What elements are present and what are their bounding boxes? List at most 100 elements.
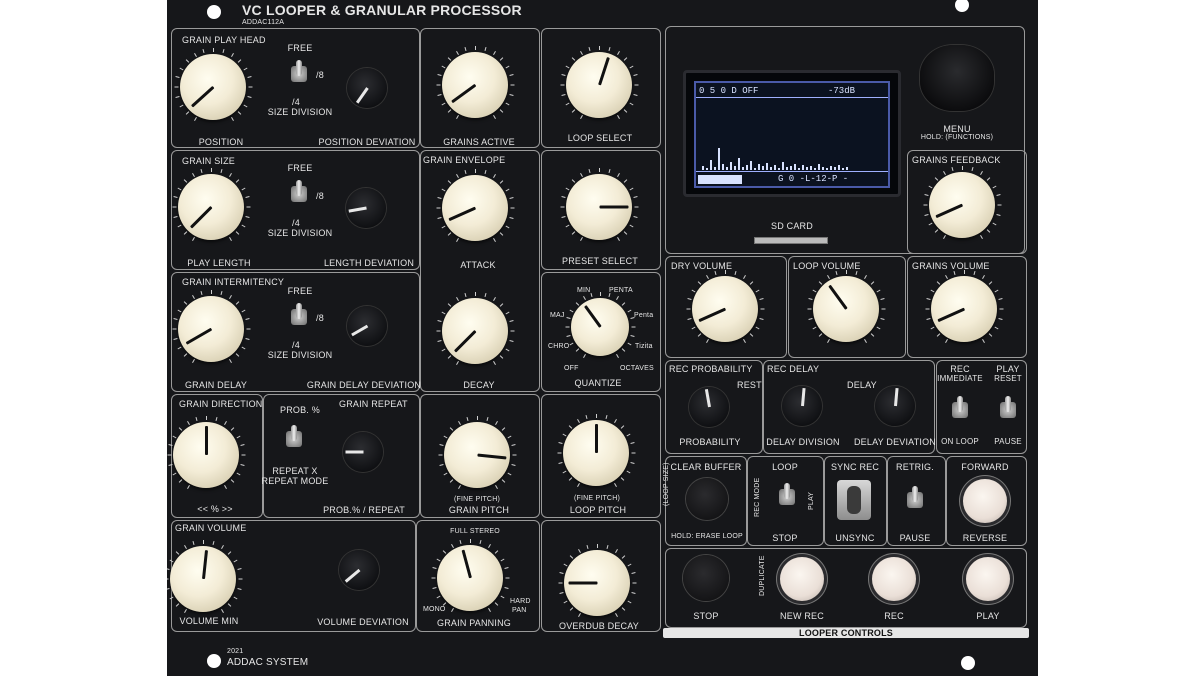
repeat-mode-switch[interactable] [286, 425, 302, 453]
knob-tick [597, 544, 598, 548]
clear-buffer-button[interactable] [686, 478, 728, 520]
play-reset-switch[interactable] [1000, 396, 1016, 424]
waveform-bar [710, 160, 712, 170]
size-division-switch[interactable] [291, 60, 307, 88]
volume-min-knob[interactable] [167, 540, 243, 614]
section-title: GRAIN PLAY HEAD [182, 35, 266, 45]
decay-knob[interactable] [436, 292, 515, 366]
new-rec-button[interactable] [780, 557, 824, 601]
waveform-bar [706, 168, 708, 170]
knob-tick [599, 46, 600, 50]
display-rule [696, 97, 888, 98]
rec-label: REC [884, 611, 904, 621]
loop-select-knob[interactable] [560, 46, 639, 120]
sync-rec-switch[interactable] [837, 480, 871, 520]
waveform-bar [778, 168, 780, 170]
switch-label: FREE [287, 286, 313, 296]
switch-label: FREE [287, 163, 313, 173]
size-division-switch[interactable] [291, 303, 307, 331]
knob-tick [174, 86, 179, 88]
section-title: GRAIN INTERMITENCY [182, 277, 285, 287]
knob-tick [438, 454, 443, 456]
grains-volume-knob[interactable] [925, 270, 1004, 344]
knob-label: LOOP SELECT [567, 133, 633, 143]
switch-label: /8 [316, 70, 324, 80]
knob-label: LOOP PITCH [569, 505, 627, 515]
waveform-bar [826, 168, 828, 170]
rec-button[interactable] [872, 557, 916, 601]
waveform-bar [754, 168, 756, 170]
knob-tick [925, 308, 930, 310]
quantize-off: OFF [564, 365, 579, 372]
sd-card-slot[interactable] [754, 237, 828, 244]
position-deviation-knob[interactable] [347, 68, 387, 108]
overdub-decay-knob[interactable] [558, 544, 637, 618]
knob-tick [596, 414, 597, 418]
probability-knob[interactable] [689, 387, 729, 427]
quantize-tizita: Tizita [635, 343, 653, 350]
loop-pitch-knob[interactable] [557, 414, 636, 488]
rec-mode-label: REC MODE [754, 477, 761, 517]
section-title: RETRIG. [896, 462, 934, 472]
direction-scale: << % >> [197, 504, 233, 514]
switch-label: /4 [292, 340, 300, 350]
section-title: GRAIN SIZE [182, 156, 236, 166]
waveform-bar [714, 167, 716, 170]
knob-tick [996, 213, 1001, 216]
volume-deviation-knob[interactable] [339, 550, 379, 590]
section-title: GRAIN DIRECTION [179, 399, 263, 409]
rec-immediate-switch[interactable] [952, 396, 968, 424]
knob-tick [211, 168, 212, 172]
grain-pitch-knob[interactable] [438, 416, 517, 490]
knob-tick [213, 48, 214, 52]
switch-label: REPEAT X [272, 466, 318, 476]
prob-repeat-knob[interactable] [343, 432, 383, 472]
mounting-hole [207, 5, 221, 19]
delay-label: DELAY [847, 380, 877, 390]
switch-label: PROB. % [280, 405, 320, 415]
knob-tick [504, 586, 509, 589]
section-title: REC PROBABILITY [669, 364, 753, 374]
rec-mode-switch[interactable] [779, 483, 795, 511]
section-title: GRAINS FEEDBACK [912, 155, 1001, 165]
sd-card-label: SD CARD [771, 221, 813, 231]
knob-tick [632, 582, 637, 584]
loop-volume-knob[interactable] [807, 270, 886, 344]
knob-tick [510, 330, 515, 332]
knob-tick [998, 317, 1003, 320]
play-length-knob[interactable] [172, 168, 251, 242]
grain-panning-knob[interactable] [431, 539, 510, 613]
grain-direction-knob[interactable] [167, 416, 246, 490]
grain-delay-deviation-knob[interactable] [347, 306, 387, 346]
forward-reverse-button[interactable] [963, 479, 1007, 523]
dry-volume-knob[interactable] [686, 270, 765, 344]
knob-tick [505, 577, 510, 579]
knob-tick [964, 270, 965, 274]
retrig-switch[interactable] [907, 486, 923, 514]
knob-tick [630, 461, 635, 464]
knob-tick [172, 328, 177, 330]
grain-delay-knob[interactable] [172, 290, 251, 364]
knob-tick [245, 337, 250, 340]
quantize-knob[interactable] [565, 292, 636, 358]
preset-select-knob[interactable] [560, 168, 639, 242]
stop-button[interactable] [683, 555, 729, 601]
waveform-bar [738, 158, 740, 170]
knob-label: PRESET SELECT [562, 256, 638, 266]
knob-tick [475, 169, 476, 173]
delay-deviation-knob[interactable] [875, 386, 915, 426]
play-button[interactable] [966, 557, 1010, 601]
knob-tick [686, 308, 691, 310]
size-division-switch[interactable] [291, 180, 307, 208]
attack-knob[interactable] [436, 169, 515, 243]
knob-label: OVERDUB DECAY [559, 621, 639, 631]
position-knob[interactable] [174, 48, 253, 122]
menu-encoder[interactable] [920, 45, 994, 111]
grains-active-knob[interactable] [436, 46, 515, 120]
duplicate-label: DUPLICATE [759, 555, 766, 596]
oled-screen: 0 5 0 D OFF -73dB G 0 -L-12-P - [694, 81, 890, 188]
delay-division-knob[interactable] [782, 386, 822, 426]
length-deviation-knob[interactable] [346, 188, 386, 228]
grains-feedback-knob[interactable] [923, 166, 1002, 240]
on-loop-label: ON LOOP [941, 437, 979, 446]
